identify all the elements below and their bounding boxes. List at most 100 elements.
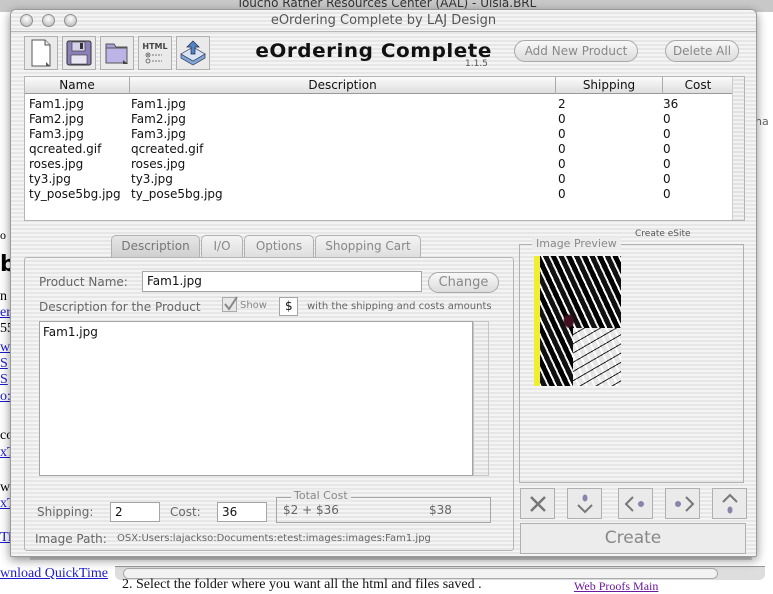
upload-button[interactable] — [176, 36, 210, 70]
cell-description: ty3.jpg — [131, 172, 173, 186]
table-row[interactable]: Fam1.jpg Fam1.jpg 2 36 — [25, 97, 733, 112]
create-button[interactable]: Create — [520, 523, 746, 554]
cell-shipping: 0 — [558, 127, 566, 141]
total-cost-label: Total Cost — [291, 489, 351, 502]
bg-link[interactable]: w — [0, 340, 10, 356]
bg-text: o — [0, 228, 6, 242]
change-button[interactable]: Change — [428, 272, 499, 293]
column-header-cost[interactable]: Cost — [663, 77, 733, 94]
open-folder-button[interactable] — [100, 36, 134, 70]
description-scrollbar[interactable] — [473, 321, 489, 476]
product-name-label: Product Name: — [39, 275, 128, 289]
cell-description: ty_pose5bg.jpg — [131, 187, 223, 201]
move-right-button[interactable] — [665, 488, 700, 519]
window-title: eOrdering Complete by LAJ Design — [270, 13, 497, 28]
bg-link[interactable]: S — [0, 372, 8, 388]
bg-text: n — [0, 289, 7, 304]
create-esite-label: Create eSite — [635, 229, 691, 239]
currency-symbol-input[interactable]: $ — [279, 297, 298, 316]
table-scrollbar[interactable] — [732, 77, 744, 220]
save-disk-icon — [66, 40, 92, 66]
cell-cost: 0 — [663, 112, 671, 126]
column-header-shipping[interactable]: Shipping — [556, 77, 663, 94]
show-checkbox[interactable] — [222, 296, 238, 312]
svg-text:HTML: HTML — [142, 42, 167, 51]
app-brand-title: eOrdering Complete — [255, 40, 492, 62]
product-name-input[interactable]: Fam1.jpg — [142, 271, 422, 292]
total-cost-value: $38 — [429, 503, 452, 517]
total-cost-formula: $2 + $36 — [283, 503, 339, 517]
title-bar[interactable]: eOrdering Complete by LAJ Design — [11, 10, 756, 32]
shipping-label: Shipping: — [37, 505, 94, 519]
cell-description: Fam2.jpg — [131, 112, 186, 126]
cell-description: Fam3.jpg — [131, 127, 186, 141]
html-export-button[interactable]: HTML — [138, 36, 172, 70]
download-quicktime-link[interactable]: wnload QuickTime — [0, 566, 108, 582]
table-row[interactable]: ty_pose5bg.jpg ty_pose5bg.jpg 0 0 — [25, 187, 733, 202]
tab-options[interactable]: Options — [244, 235, 314, 257]
bg-link[interactable]: S — [0, 356, 8, 372]
cell-description: Fam1.jpg — [131, 97, 186, 111]
image-preview-group: Image Preview — [519, 237, 744, 483]
save-button[interactable] — [62, 36, 96, 70]
table-row[interactable]: qcreated.gif qcreated.gif 0 0 — [25, 142, 733, 157]
show-checkbox-label: Show — [240, 300, 267, 311]
html-export-icon: HTML — [142, 42, 168, 64]
cell-shipping: 0 — [558, 142, 566, 156]
tab-description[interactable]: Description — [111, 235, 200, 257]
tab-io[interactable]: I/O — [201, 235, 243, 257]
cell-description: qcreated.gif — [131, 142, 204, 156]
app-version: 1.1.5 — [465, 59, 488, 69]
image-preview-label: Image Preview — [532, 237, 621, 250]
web-proofs-main-link[interactable]: Web Proofs Main — [574, 579, 658, 594]
description-label: Description for the Product — [39, 300, 201, 314]
checkmark-icon — [224, 296, 238, 311]
move-down-button[interactable] — [567, 488, 602, 519]
cell-shipping: 2 — [558, 97, 566, 111]
cell-description: roses.jpg — [131, 157, 186, 171]
cell-cost: 0 — [663, 187, 671, 201]
cell-name: roses.jpg — [29, 157, 84, 171]
description-textarea[interactable]: Fam1.jpg — [39, 321, 473, 476]
cell-cost: 0 — [663, 142, 671, 156]
open-folder-icon — [105, 43, 128, 64]
remove-button[interactable] — [520, 488, 555, 519]
image-path-label: Image Path: — [35, 532, 107, 546]
table-row[interactable]: roses.jpg roses.jpg 0 0 — [25, 157, 733, 172]
cell-cost: 0 — [663, 172, 671, 186]
cost-input[interactable]: 36 — [217, 502, 267, 522]
column-header-description[interactable]: Description — [130, 77, 556, 94]
cell-shipping: 0 — [558, 187, 566, 201]
move-up-button[interactable] — [712, 488, 747, 519]
table-row[interactable]: Fam2.jpg Fam2.jpg 0 0 — [25, 112, 733, 127]
move-left-button[interactable] — [618, 488, 653, 519]
new-document-button[interactable] — [24, 36, 58, 70]
currency-suffix-label: with the shipping and costs amounts — [307, 301, 492, 312]
description-tab-panel: Product Name: Fam1.jpg Change Descriptio… — [24, 257, 514, 551]
cell-cost: 36 — [663, 97, 679, 111]
cell-shipping: 0 — [558, 157, 566, 171]
tab-shopping-cart[interactable]: Shopping Cart — [315, 235, 421, 257]
bg-text: w — [0, 480, 11, 495]
cell-cost: 0 — [663, 127, 671, 141]
product-table: Name Description Shipping Cost Fam1.jpg F… — [24, 76, 745, 221]
total-cost-group: Total Cost $2 + $36 $38 — [276, 489, 491, 523]
cell-shipping: 0 — [558, 172, 566, 186]
bg-text: na — [755, 115, 769, 128]
new-document-icon — [31, 39, 51, 67]
shipping-input[interactable]: 2 — [110, 502, 160, 522]
column-header-name[interactable]: Name — [25, 77, 130, 94]
cell-name: Fam3.jpg — [29, 127, 84, 141]
add-new-product-button[interactable]: Add New Product — [514, 40, 638, 62]
table-row[interactable]: ty3.jpg ty3.jpg 0 0 — [25, 172, 733, 187]
upload-tray-icon — [180, 40, 206, 66]
move-right-icon — [674, 495, 694, 512]
remove-icon — [529, 495, 546, 512]
background-step-text: 2. Select the folder where you want all … — [122, 577, 482, 592]
app-window: eOrdering Complete by LAJ Design HTML eO… — [10, 9, 757, 557]
delete-all-button[interactable]: Delete All — [665, 40, 739, 62]
move-up-icon — [721, 493, 738, 513]
image-preview — [534, 256, 621, 386]
table-row[interactable]: Fam3.jpg Fam3.jpg 0 0 — [25, 127, 733, 142]
cell-name: ty3.jpg — [29, 172, 71, 186]
